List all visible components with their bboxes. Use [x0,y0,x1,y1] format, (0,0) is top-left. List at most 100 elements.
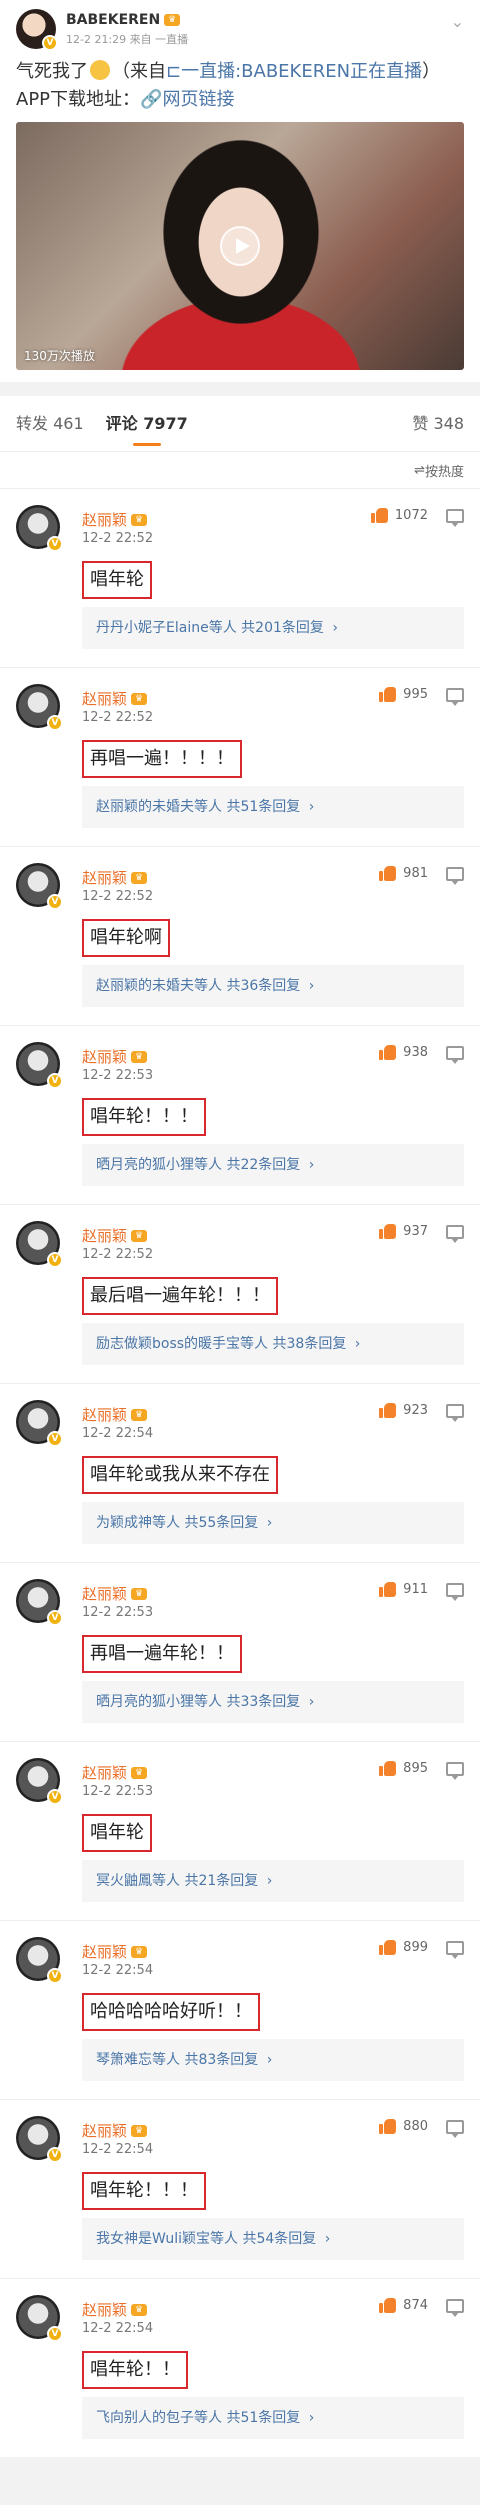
live-link-label[interactable]: 一直播:BABEKEREN正在直播 [181,61,422,82]
reply-icon[interactable] [446,2299,464,2317]
commenter-avatar[interactable]: V [16,1042,63,1089]
commenter-name[interactable]: 赵丽颖 ♛ [82,2299,148,2320]
like-button[interactable]: 895 [379,1760,428,1776]
reply-users[interactable]: 赵丽颖的未婚夫等人 [96,978,222,994]
like-button[interactable]: 995 [379,686,428,702]
like-button[interactable]: 938 [379,1044,428,1060]
reply-summary[interactable]: 赵丽颖的未婚夫等人 共51条回复 › [82,786,464,828]
comment-item[interactable]: V 赵丽颖 ♛ 12-2 22:54 880 唱年轮！！！ 我女神是Wuli颖宝… [0,2099,480,2278]
reply-count[interactable]: 共22条回复 [226,1157,300,1173]
reply-count[interactable]: 共55条回复 [184,1515,258,1531]
thumbs-up-icon[interactable] [379,865,397,881]
reply-icon[interactable] [446,509,464,527]
video-player[interactable]: 130万次播放 [16,122,464,370]
reply-users[interactable]: 赵丽颖的未婚夫等人 [96,799,222,815]
reply-summary[interactable]: 为颖成神等人 共55条回复 › [82,1502,464,1544]
sort-icon[interactable]: ⇌ [414,463,425,478]
commenter-name[interactable]: 赵丽颖 ♛ [82,1404,148,1425]
commenter-name[interactable]: 赵丽颖 ♛ [82,867,148,888]
comment-item[interactable]: V 赵丽颖 ♛ 12-2 22:52 937 最后唱一遍年轮！！！ 励志做颖bo… [0,1204,480,1383]
reply-count[interactable]: 共83条回复 [184,2052,258,2068]
reply-count[interactable]: 共38条回复 [273,1336,347,1352]
reply-users[interactable]: 冥火鼬鳳等人 [96,1873,180,1889]
commenter-name[interactable]: 赵丽颖 ♛ [82,1941,148,1962]
reply-icon[interactable] [446,1941,464,1959]
reply-users[interactable]: 励志做颖boss的暖手宝等人 [96,1336,268,1352]
comment-item[interactable]: V 赵丽颖 ♛ 12-2 22:52 981 唱年轮啊 赵丽颖的未婚夫等人 共3… [0,846,480,1025]
thumbs-up-icon[interactable] [379,2118,397,2134]
reply-count[interactable]: 共21条回复 [184,1873,258,1889]
thumbs-up-icon[interactable] [379,1760,397,1776]
reply-icon[interactable] [446,688,464,706]
post-author-name[interactable]: BABEKEREN ♛ [66,12,188,28]
commenter-avatar[interactable]: V [16,2295,63,2342]
like-button[interactable]: 911 [379,1581,428,1597]
reply-users[interactable]: 晒月亮的狐小狸等人 [96,1157,222,1173]
tab-likes-label[interactable]: 赞 [412,414,428,433]
like-button[interactable]: 981 [379,865,428,881]
commenter-name-label[interactable]: 赵丽颖 [82,1941,127,1962]
comment-item[interactable]: V 赵丽颖 ♛ 12-2 22:54 874 唱年轮！！ 飞向别人的包子等人 共… [0,2278,480,2457]
post-author-label[interactable]: BABEKEREN [66,12,160,28]
tab-comments-count[interactable]: 7977 [143,414,188,433]
play-button-icon[interactable] [220,226,260,266]
reply-users[interactable]: 琴箫难忘等人 [96,2052,180,2068]
comment-item[interactable]: V 赵丽颖 ♛ 12-2 22:53 895 唱年轮 冥火鼬鳳等人 共21条回复… [0,1741,480,1920]
thumbs-up-icon[interactable] [379,686,397,702]
comment-item[interactable]: V 赵丽颖 ♛ 12-2 22:53 911 再唱一遍年轮！！ 晒月亮的狐小狸等… [0,1562,480,1741]
commenter-avatar[interactable]: V [16,1758,63,1805]
tab-reposts[interactable]: 转发 461 [16,396,84,452]
commenter-name-label[interactable]: 赵丽颖 [82,2299,127,2320]
reply-users[interactable]: 晒月亮的狐小狸等人 [96,1694,222,1710]
reply-summary[interactable]: 晒月亮的狐小狸等人 共33条回复 › [82,1681,464,1723]
chevron-down-icon[interactable]: ⌄ [451,12,464,31]
reply-count[interactable]: 共33条回复 [226,1694,300,1710]
commenter-avatar[interactable]: V [16,505,63,552]
tab-comments-label[interactable]: 评论 [106,414,138,433]
reply-users[interactable]: 丹丹小妮子Elaine等人 [96,620,237,636]
reply-icon[interactable] [446,1225,464,1243]
reply-summary[interactable]: 琴箫难忘等人 共83条回复 › [82,2039,464,2081]
like-button[interactable]: 923 [379,1402,428,1418]
comment-item[interactable]: V 赵丽颖 ♛ 12-2 22:54 923 唱年轮或我从来不存在 为颖成神等人… [0,1383,480,1562]
comment-item[interactable]: V 赵丽颖 ♛ 12-2 22:54 899 哈哈哈哈哈好听！！ 琴箫难忘等人 … [0,1920,480,2099]
commenter-name-label[interactable]: 赵丽颖 [82,867,127,888]
commenter-name-label[interactable]: 赵丽颖 [82,1046,127,1067]
reply-count[interactable]: 共201条回复 [241,620,324,636]
reply-summary[interactable]: 励志做颖boss的暖手宝等人 共38条回复 › [82,1323,464,1365]
reply-icon[interactable] [446,867,464,885]
reply-summary[interactable]: 赵丽颖的未婚夫等人 共36条回复 › [82,965,464,1007]
thumbs-up-icon[interactable] [379,1223,397,1239]
comment-item[interactable]: V 赵丽颖 ♛ 12-2 22:52 1072 唱年轮 丹丹小妮子Elaine等… [0,488,480,667]
reply-icon[interactable] [446,2120,464,2138]
commenter-name[interactable]: 赵丽颖 ♛ [82,688,148,709]
tab-reposts-label[interactable]: 转发 [16,414,48,433]
commenter-name[interactable]: 赵丽颖 ♛ [82,1046,148,1067]
thumbs-up-icon[interactable] [379,1939,397,1955]
like-button[interactable]: 880 [379,2118,428,2134]
reply-summary[interactable]: 我女神是Wuli颖宝等人 共54条回复 › [82,2218,464,2260]
comment-item[interactable]: V 赵丽颖 ♛ 12-2 22:52 995 再唱一遍！！！！ 赵丽颖的未婚夫等… [0,667,480,846]
commenter-name[interactable]: 赵丽颖 ♛ [82,2120,148,2141]
comment-item[interactable]: V 赵丽颖 ♛ 12-2 22:53 938 唱年轮！！！ 晒月亮的狐小狸等人 … [0,1025,480,1204]
reply-summary[interactable]: 丹丹小妮子Elaine等人 共201条回复 › [82,607,464,649]
commenter-name[interactable]: 赵丽颖 ♛ [82,1762,148,1783]
commenter-avatar[interactable]: V [16,1221,63,1268]
commenter-name-label[interactable]: 赵丽颖 [82,1762,127,1783]
reply-users[interactable]: 为颖成神等人 [96,1515,180,1531]
commenter-name-label[interactable]: 赵丽颖 [82,1583,127,1604]
like-button[interactable]: 1072 [370,507,428,523]
reply-summary[interactable]: 冥火鼬鳳等人 共21条回复 › [82,1860,464,1902]
reply-icon[interactable] [446,1404,464,1422]
commenter-name[interactable]: 赵丽颖 ♛ [82,1583,148,1604]
commenter-name[interactable]: 赵丽颖 ♛ [82,1225,148,1246]
web-link-label[interactable]: 网页链接 [162,89,234,110]
like-button[interactable]: 937 [379,1223,428,1239]
reply-count[interactable]: 共54条回复 [242,2231,316,2247]
like-button[interactable]: 899 [379,1939,428,1955]
thumbs-up-icon[interactable] [379,2297,397,2313]
commenter-name[interactable]: 赵丽颖 ♛ [82,509,148,530]
reply-icon[interactable] [446,1583,464,1601]
reply-count[interactable]: 共51条回复 [226,2410,300,2426]
reply-users[interactable]: 飞向别人的包子等人 [96,2410,222,2426]
